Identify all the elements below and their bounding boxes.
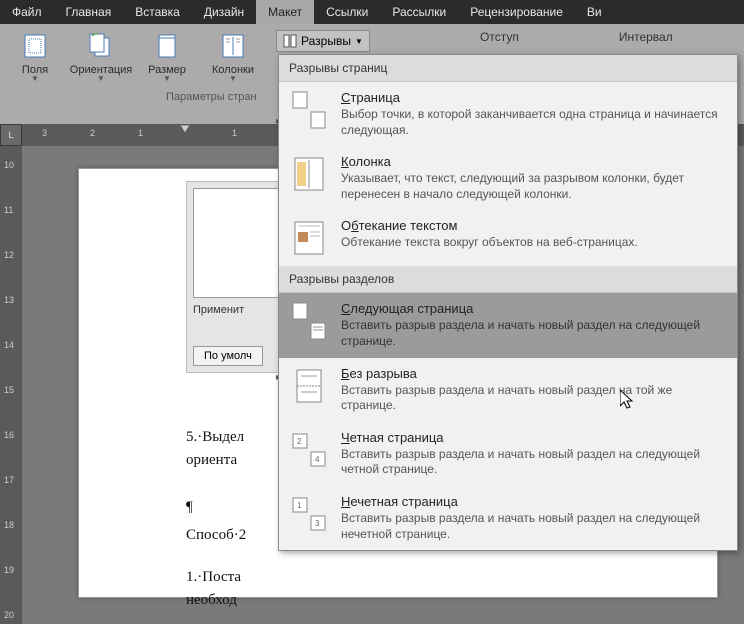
menu-item-дизайн[interactable]: Дизайн bbox=[192, 0, 256, 24]
ribbon-column-headers: Отступ Интервал bbox=[480, 30, 673, 44]
document-text[interactable]: необход bbox=[186, 589, 237, 612]
break-title: Обтекание текстом bbox=[341, 218, 638, 233]
break-description: Вставить разрыв раздела и начать новый р… bbox=[341, 383, 727, 414]
margins-button[interactable]: Поля▼ bbox=[6, 28, 64, 85]
document-text[interactable]: ¶ bbox=[186, 496, 193, 519]
break-icon: 13 bbox=[289, 494, 329, 534]
page-breaks-header: Разрывы страниц bbox=[279, 55, 737, 82]
break-icon bbox=[289, 90, 329, 130]
break-description: Вставить разрыв раздела и начать новый р… bbox=[341, 511, 727, 542]
page-breaks-items: Страница Выбор точки, в которой заканчива… bbox=[279, 82, 737, 266]
break-description: Выбор точки, в которой заканчивается одн… bbox=[341, 107, 727, 138]
breaks-button[interactable]: Разрывы ▼ bbox=[276, 30, 370, 52]
chevron-down-icon: ▼ bbox=[97, 74, 105, 83]
break-option[interactable]: Следующая страница Вставить разрыв раздел… bbox=[279, 293, 737, 357]
break-option[interactable]: 13Нечетная страницаВставить разрыв разде… bbox=[279, 486, 737, 550]
menu-item-макет[interactable]: Макет bbox=[256, 0, 314, 24]
menu-item-рецензирование[interactable]: Рецензирование bbox=[458, 0, 575, 24]
svg-text:1: 1 bbox=[297, 501, 302, 510]
document-text[interactable]: 1.·Поста bbox=[186, 566, 241, 589]
ruler-vertical[interactable]: 1011121314151617181920 bbox=[0, 146, 22, 624]
size-button[interactable]: Размер▼ bbox=[138, 28, 196, 85]
break-option[interactable]: Обтекание текстом Обтекание текста вокруг… bbox=[279, 210, 737, 266]
document-text[interactable]: 5.·Выдел bbox=[186, 426, 244, 449]
ribbon-group-page-setup: Поля▼Ориентация▼Размер▼Колонки▼ Параметр… bbox=[0, 24, 268, 124]
spacing-header: Интервал bbox=[619, 30, 673, 44]
menu-item-ссылки[interactable]: Ссылки bbox=[314, 0, 380, 24]
svg-text:2: 2 bbox=[297, 437, 302, 446]
break-description: Вставить разрыв раздела и начать новый р… bbox=[341, 318, 727, 349]
break-description: Указывает, что текст, следующий за разры… bbox=[341, 171, 727, 202]
break-title: Нечетная страница bbox=[341, 494, 727, 509]
break-option[interactable]: Страница Выбор точки, в которой заканчива… bbox=[279, 82, 737, 146]
columns-icon bbox=[217, 30, 249, 62]
break-title: Страница bbox=[341, 90, 727, 105]
menu-item-файл[interactable]: Файл bbox=[0, 0, 54, 24]
break-title: Колонка bbox=[341, 154, 727, 169]
menu-item-вставка[interactable]: Вставка bbox=[123, 0, 192, 24]
default-button[interactable]: По умолч bbox=[193, 346, 263, 366]
chevron-down-icon: ▼ bbox=[163, 74, 171, 83]
break-option[interactable]: Без разрыва Вставить разрыв раздела и нач… bbox=[279, 358, 737, 422]
menu-item-главная[interactable]: Главная bbox=[54, 0, 124, 24]
indent-header: Отступ bbox=[480, 30, 519, 44]
margins-icon bbox=[19, 30, 51, 62]
menu-item-ви[interactable]: Ви bbox=[575, 0, 614, 24]
break-description: Вставить разрыв раздела и начать новый р… bbox=[341, 447, 727, 478]
break-option[interactable]: Колонка Указывает, что текст, следующий з… bbox=[279, 146, 737, 210]
break-title: Четная страница bbox=[341, 430, 727, 445]
breaks-dropdown: Разрывы страниц Страница Выбор точки, в к… bbox=[278, 54, 738, 551]
size-icon bbox=[151, 30, 183, 62]
ribbon-group-caption: Параметры стран bbox=[6, 91, 262, 103]
break-icon bbox=[289, 366, 329, 406]
break-description: Обтекание текста вокруг объектов на веб-… bbox=[341, 235, 638, 251]
columns-button[interactable]: Колонки▼ bbox=[204, 28, 262, 85]
svg-text:3: 3 bbox=[315, 519, 320, 528]
document-text[interactable]: Способ·2 bbox=[186, 524, 246, 547]
break-icon: 24 bbox=[289, 430, 329, 470]
breaks-label: Разрывы bbox=[301, 34, 351, 48]
indent-marker-icon[interactable] bbox=[180, 125, 190, 137]
section-breaks-items: Следующая страница Вставить разрыв раздел… bbox=[279, 293, 737, 550]
break-icon bbox=[289, 154, 329, 194]
break-title: Без разрыва bbox=[341, 366, 727, 381]
breaks-icon bbox=[283, 34, 297, 48]
chevron-down-icon: ▼ bbox=[355, 37, 363, 46]
break-option[interactable]: 24Четная страницаВставить разрыв раздела… bbox=[279, 422, 737, 486]
orientation-icon bbox=[85, 30, 117, 62]
break-icon bbox=[289, 301, 329, 341]
svg-text:4: 4 bbox=[315, 455, 320, 464]
ruler-corner[interactable]: L bbox=[0, 124, 22, 146]
orientation-button[interactable]: Ориентация▼ bbox=[72, 28, 130, 85]
break-title: Следующая страница bbox=[341, 301, 727, 316]
document-text[interactable]: ориента bbox=[186, 449, 237, 472]
break-icon bbox=[289, 218, 329, 258]
menu-item-рассылки[interactable]: Рассылки bbox=[380, 0, 458, 24]
menu-bar: ФайлГлавнаяВставкаДизайнМакетСсылкиРассы… bbox=[0, 0, 744, 24]
mouse-cursor-icon bbox=[620, 390, 634, 410]
chevron-down-icon: ▼ bbox=[31, 74, 39, 83]
chevron-down-icon: ▼ bbox=[229, 74, 237, 83]
ribbon-buttons: Поля▼Ориентация▼Размер▼Колонки▼ bbox=[6, 28, 262, 85]
section-breaks-header: Разрывы разделов bbox=[279, 266, 737, 293]
